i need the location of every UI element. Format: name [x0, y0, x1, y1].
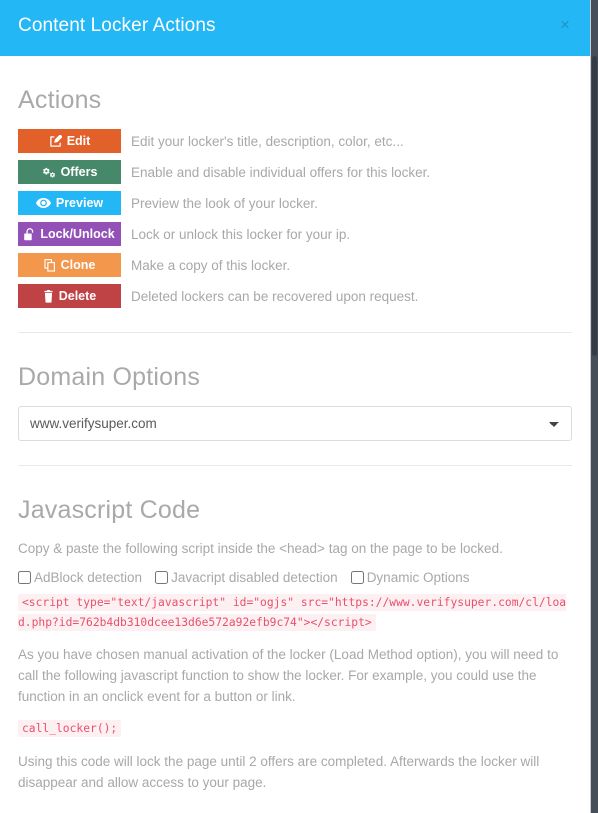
edit-button[interactable]: Edit [18, 129, 121, 153]
trash-icon [43, 289, 54, 303]
javascript-disabled-detection-checkbox[interactable] [155, 570, 169, 584]
script-snippet[interactable]: <script type="text/javascript" id="ogjs"… [18, 593, 567, 631]
pencil-square-icon [49, 134, 62, 148]
preview-description: Preview the look of your locker. [131, 195, 318, 211]
divider-actions [18, 332, 572, 333]
modal-scrollbar[interactable] [591, 56, 598, 813]
adblock-detection-option[interactable]: AdBlock detection [18, 570, 142, 585]
action-row-preview: Preview Preview the look of your locker. [18, 191, 572, 215]
lock-note: Using this code will lock the page until… [18, 753, 540, 790]
offers-description: Enable and disable individual offers for… [131, 164, 431, 180]
modal-header: Content Locker Actions × [0, 0, 590, 56]
clone-description: Make a copy of this locker. [131, 257, 291, 273]
dynamic-options-option[interactable]: Dynamic Options [350, 569, 470, 585]
action-row-lock-unlock: Lock/Unlock Lock or unlock this locker f… [18, 222, 572, 246]
preview-button-label: Preview [55, 195, 104, 210]
action-row-delete: Delete Deleted lockers can be recovered … [18, 284, 572, 308]
action-row-edit: Edit Edit your locker's title, descripti… [18, 129, 572, 153]
delete-button-label: Delete [58, 288, 97, 303]
manual-activation-note: As you have chosen manual activation of … [18, 647, 559, 705]
eye-icon [35, 197, 51, 209]
edit-button-label: Edit [66, 133, 91, 148]
offers-button-label: Offers [60, 164, 98, 179]
modal-scrollbar-thumb[interactable] [592, 56, 597, 356]
offers-button[interactable]: Offers [18, 160, 121, 184]
clone-button-label: Clone [60, 257, 96, 272]
divider-domain [18, 465, 572, 466]
adblock-detection-checkbox[interactable] [18, 570, 31, 584]
actions-heading: Actions [18, 86, 102, 114]
javascript-disabled-detection-label: Javacript disabled detection [171, 569, 338, 585]
action-row-offers: Offers Enable and disable individual off… [18, 160, 572, 184]
preview-button[interactable]: Preview [18, 191, 121, 215]
domain-options-heading: Domain Options [18, 363, 201, 391]
copy-icon [44, 258, 56, 272]
lock-unlock-button[interactable]: Lock/Unlock [18, 222, 121, 246]
actions-list: Edit Edit your locker's title, descripti… [18, 129, 572, 308]
lock-unlock-description: Lock or unlock this locker for your ip. [131, 226, 351, 242]
clone-button[interactable]: Clone [18, 253, 121, 277]
content-locker-actions-modal: Content Locker Actions × Actions Edit Ed… [0, 0, 591, 813]
dynamic-options-label: Dynamic Options [366, 569, 470, 585]
edit-description: Edit your locker's title, description, c… [131, 133, 404, 149]
delete-description: Deleted lockers can be recovered upon re… [131, 288, 419, 304]
unlock-icon [24, 227, 35, 241]
script-snippet-wrap: <script type="text/javascript" id="ogjs"… [18, 593, 572, 632]
javascript-code-heading: Javascript Code [18, 496, 201, 524]
adblock-detection-label: AdBlock detection [34, 569, 143, 585]
javascript-intro-text: Copy & paste the following script inside… [18, 541, 503, 556]
dynamic-options-checkbox[interactable] [350, 570, 364, 584]
lock-unlock-button-label: Lock/Unlock [40, 226, 115, 241]
javascript-disabled-detection-option[interactable]: Javacript disabled detection [155, 570, 338, 585]
function-snippet-wrap: call_locker(); [18, 719, 572, 739]
function-snippet[interactable]: call_locker(); [18, 720, 122, 738]
cogs-icon [42, 166, 56, 179]
page-title: Content Locker Actions [18, 15, 216, 36]
delete-button[interactable]: Delete [18, 284, 121, 308]
domain-select[interactable]: www.verifysuper.com [18, 406, 572, 441]
close-icon[interactable]: × [554, 14, 576, 36]
detection-options-row: AdBlock detection Javacript disabled det… [18, 570, 572, 585]
action-row-clone: Clone Make a copy of this locker. [18, 253, 572, 277]
modal-body: Actions Edit Edit your locker's title, d… [0, 86, 590, 813]
